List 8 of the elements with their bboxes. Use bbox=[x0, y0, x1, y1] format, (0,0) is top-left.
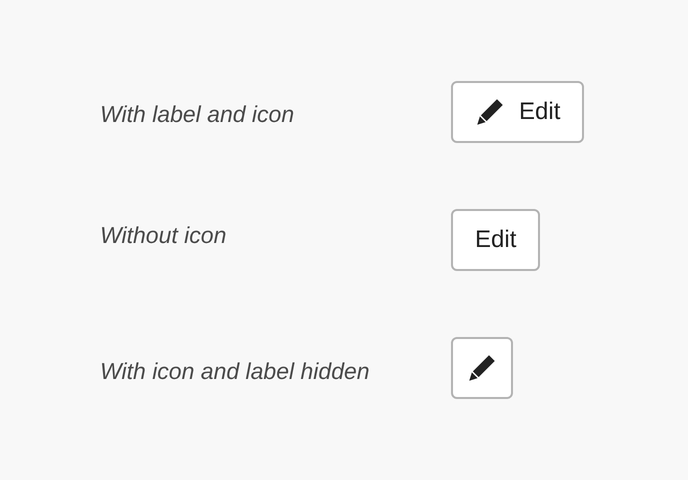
edit-button[interactable] bbox=[451, 337, 513, 399]
pencil-icon bbox=[475, 97, 505, 127]
example-label: With label and icon bbox=[100, 100, 296, 128]
edit-button[interactable]: Edit bbox=[451, 81, 584, 143]
edit-button[interactable]: Edit bbox=[451, 209, 540, 271]
pencil-icon bbox=[467, 353, 497, 383]
example-label: With icon and label hidden bbox=[100, 358, 371, 384]
example-label: Without icon bbox=[100, 222, 228, 248]
